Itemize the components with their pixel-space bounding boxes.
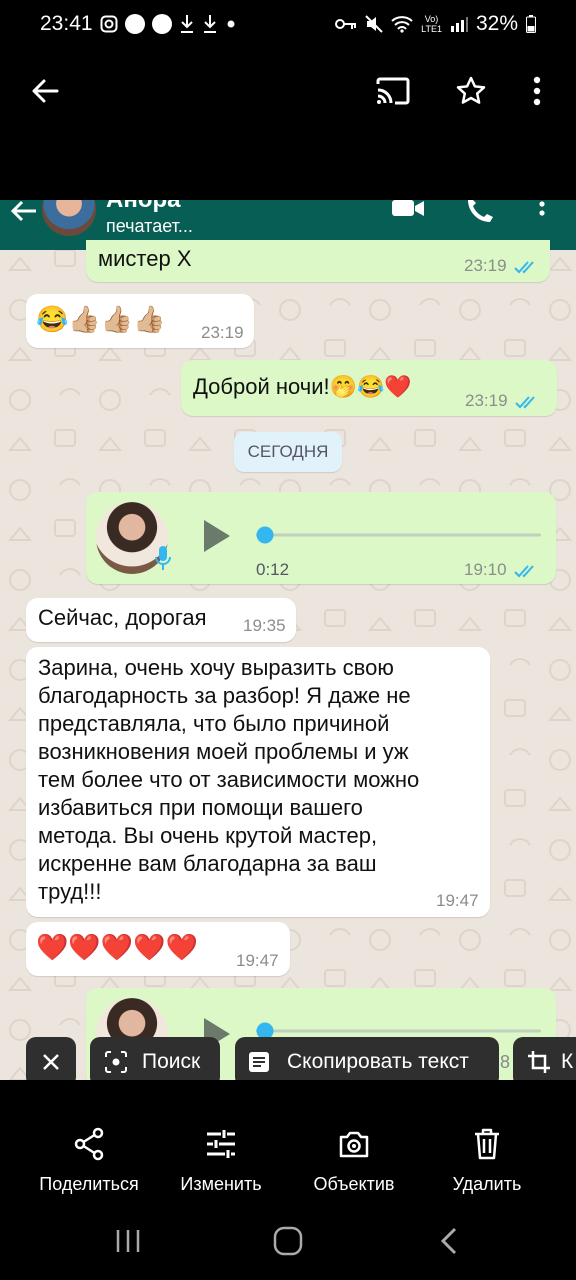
- back-nav-icon[interactable]: [440, 1226, 458, 1256]
- play-icon[interactable]: [202, 518, 232, 554]
- home-icon[interactable]: [273, 1226, 303, 1256]
- lens-button[interactable]: Объектив: [287, 1124, 421, 1195]
- status-bar: 23:41 Vo) LTE1 32%: [0, 0, 576, 50]
- message-time: 23:19: [464, 256, 507, 275]
- read-ticks-icon: [515, 396, 535, 409]
- notification-icons: [100, 14, 237, 34]
- crop-chip-label: К: [561, 1050, 574, 1073]
- search-chip-label: Поиск: [142, 1050, 201, 1073]
- contact-status: печатает...: [106, 216, 193, 236]
- voice-progress-bar[interactable]: [256, 526, 541, 544]
- status-time: 23:41: [40, 12, 93, 35]
- signal-icon: [450, 17, 468, 32]
- close-icon: [43, 1054, 59, 1070]
- copy-text-chip-label: Скопировать текст: [287, 1050, 469, 1073]
- viewer-toolbar: [0, 50, 576, 200]
- circle-notification-icon: [125, 14, 145, 34]
- dot-icon: [227, 20, 235, 28]
- delete-button[interactable]: Удалить: [420, 1124, 554, 1195]
- trash-icon: [475, 1128, 499, 1160]
- read-ticks-icon: [514, 565, 534, 578]
- message-time: 23:19: [201, 323, 244, 342]
- message-text: Зарина, очень хочу выразить свою благода…: [38, 655, 420, 904]
- contact-name: Анора: [106, 200, 181, 214]
- message-bubble-incoming: Зарина, очень хочу выразить свою благода…: [26, 647, 490, 917]
- circle-notification-icon: [152, 14, 172, 34]
- star-icon[interactable]: [455, 75, 487, 107]
- tune-icon: [207, 1130, 235, 1158]
- network-label: Vo) LTE1: [421, 14, 442, 34]
- message-text: Доброй ночи!🤭😂❤️: [193, 374, 412, 399]
- back-arrow-icon[interactable]: [30, 76, 60, 106]
- share-icon: [74, 1127, 104, 1161]
- cast-icon[interactable]: [375, 76, 411, 106]
- battery-percent: 32%: [475, 12, 518, 35]
- message-text: мистер X: [98, 246, 192, 271]
- system-icons: Vo) LTE1 32%: [335, 12, 536, 36]
- message-bubble-incoming: 😂👍🏼👍🏼👍🏼 23:19: [26, 294, 254, 348]
- message-time: 23:19: [465, 391, 508, 410]
- mute-icon: [365, 15, 383, 33]
- phone-icon: [468, 200, 493, 222]
- wifi-icon: [391, 16, 413, 33]
- message-bubble-outgoing: мистер X 23:19: [86, 240, 550, 282]
- screenshot-image: Анора печатает... мистер X 23:19 😂👍🏼👍🏼👍🏼…: [0, 200, 576, 1080]
- message-text: Сейчас, дорогая: [38, 605, 207, 630]
- message-bubble-outgoing: Доброй ночи!🤭😂❤️ 23:19: [181, 360, 557, 416]
- lens-label: Объектив: [313, 1174, 395, 1194]
- share-button[interactable]: Поделиться: [22, 1124, 156, 1195]
- crop-icon: [528, 1051, 550, 1073]
- date-label: СЕГОДНЯ: [247, 442, 329, 461]
- recents-icon[interactable]: [115, 1228, 141, 1254]
- lens-icon: [339, 1131, 369, 1158]
- message-text: 😂👍🏼👍🏼👍🏼: [36, 304, 166, 334]
- contact-avatar: [42, 200, 96, 236]
- back-arrow-icon: [10, 200, 36, 222]
- voice-duration: 0:12: [256, 560, 290, 579]
- message-time: 19:10: [464, 560, 507, 579]
- edit-label: Изменить: [180, 1174, 262, 1194]
- message-bubble-incoming: Сейчас, дорогая 19:35: [26, 598, 296, 642]
- system-navigation-bar: [0, 1200, 576, 1280]
- partial-text: 8: [500, 1052, 511, 1072]
- message-time: 19:35: [243, 616, 286, 635]
- edit-button[interactable]: Изменить: [154, 1124, 288, 1195]
- read-ticks-icon: [514, 261, 534, 274]
- message-bubble-incoming: ❤️❤️❤️❤️❤️ 19:47: [26, 922, 290, 976]
- lens-search-icon: [105, 1051, 127, 1073]
- battery-icon: [526, 15, 536, 33]
- message-text: ❤️❤️❤️❤️❤️: [36, 932, 198, 962]
- date-divider: СЕГОДНЯ: [234, 432, 342, 472]
- message-time: 19:47: [436, 891, 479, 910]
- video-call-icon: [392, 200, 424, 216]
- microphone-icon: [155, 546, 171, 570]
- document-text-icon: [249, 1052, 269, 1072]
- key-icon: [335, 19, 357, 29]
- download-icon: [204, 15, 216, 33]
- instagram-icon: [100, 15, 118, 33]
- delete-label: Удалить: [452, 1174, 522, 1194]
- download-icon: [181, 15, 193, 33]
- more-vert-icon: [539, 201, 545, 216]
- share-label: Поделиться: [39, 1174, 139, 1194]
- message-time: 19:47: [236, 951, 279, 970]
- more-vert-icon[interactable]: [532, 76, 542, 106]
- voice-message-bubble: 0:12 19:10: [86, 492, 556, 584]
